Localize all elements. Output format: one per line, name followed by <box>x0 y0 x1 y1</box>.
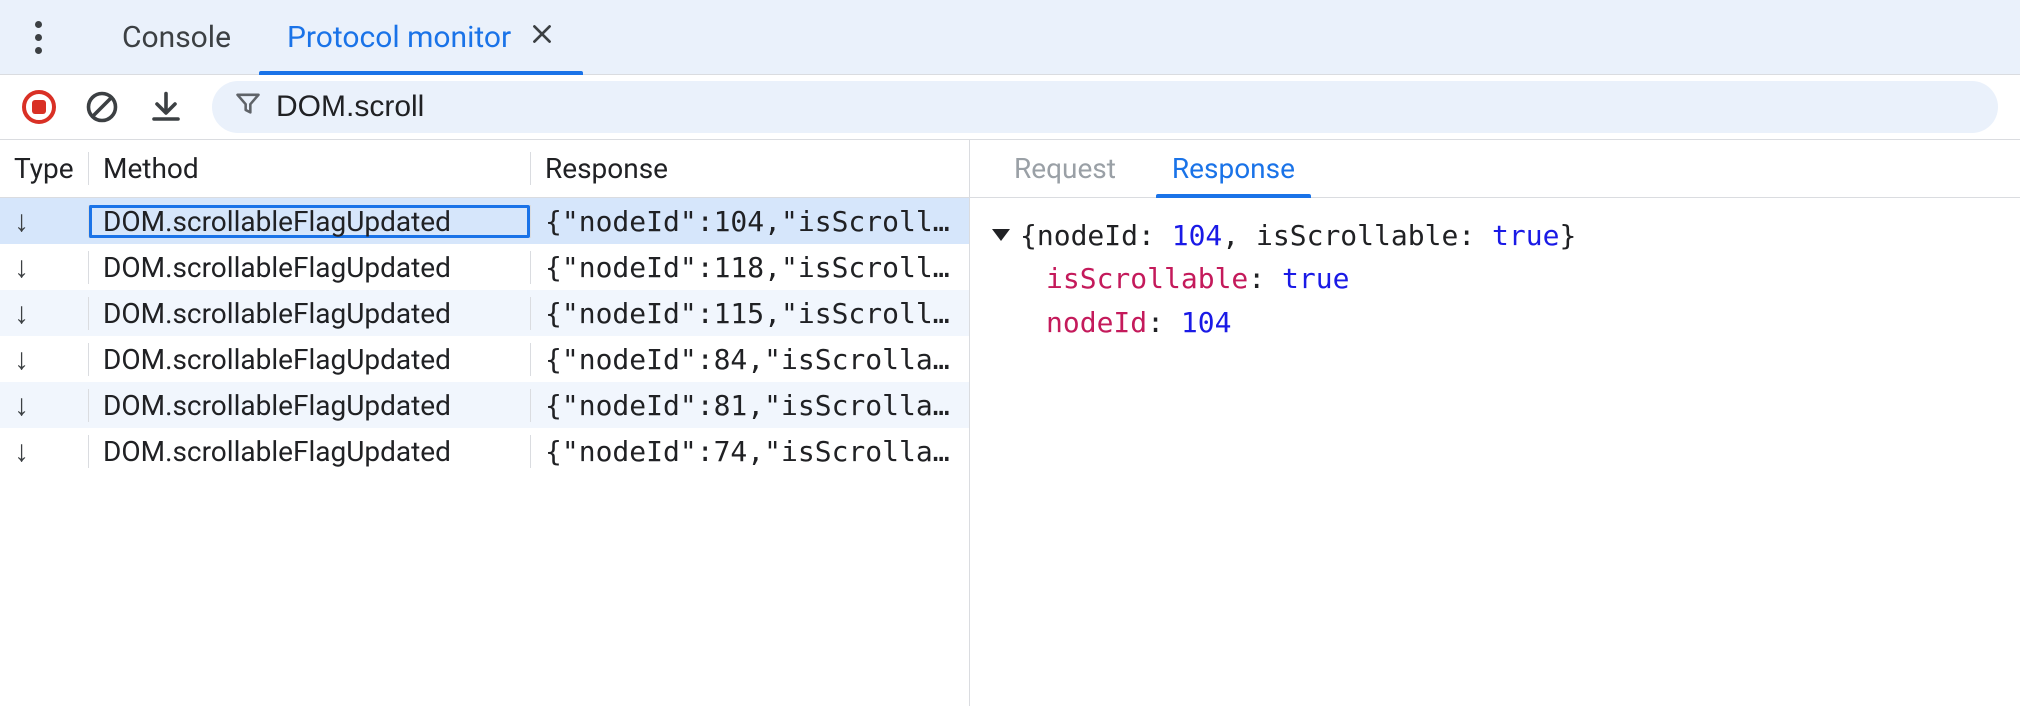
type-cell: ↓ <box>0 204 88 239</box>
incoming-event-icon: ↓ <box>14 434 29 469</box>
incoming-event-icon: ↓ <box>14 296 29 331</box>
table-row[interactable]: ↓ DOM.scrollableFlagUpdated{"nodeId":74,"… <box>0 428 969 474</box>
incoming-event-icon: ↓ <box>14 388 29 423</box>
tab-console[interactable]: Console <box>94 0 259 74</box>
type-cell: ↓ <box>0 250 88 285</box>
method-cell: DOM.scrollableFlagUpdated <box>88 251 530 284</box>
object-prop[interactable]: nodeId: 104 <box>992 301 1998 344</box>
table-row[interactable]: ↓ DOM.scrollableFlagUpdated{"nodeId":104,… <box>0 198 969 244</box>
events-table: Type Method Response ↓ DOM.scrollableFlag… <box>0 140 970 706</box>
response-cell: {"nodeId":118,"isScroll… <box>530 251 969 284</box>
panel-tabs: Console Protocol monitor <box>94 0 583 74</box>
record-button[interactable] <box>22 90 56 124</box>
tab-label: Console <box>122 20 231 55</box>
table-row[interactable]: ↓ DOM.scrollableFlagUpdated{"nodeId":81,"… <box>0 382 969 428</box>
response-cell: {"nodeId":104,"isScroll… <box>530 205 969 238</box>
clear-icon[interactable] <box>84 89 120 125</box>
incoming-event-icon: ↓ <box>14 204 29 239</box>
main-area: Type Method Response ↓ DOM.scrollableFlag… <box>0 140 2020 706</box>
tab-protocol-monitor[interactable]: Protocol monitor <box>259 0 583 74</box>
close-icon[interactable] <box>529 20 555 55</box>
method-cell: DOM.scrollableFlagUpdated <box>88 435 530 468</box>
response-cell: {"nodeId":74,"isScrolla… <box>530 435 969 468</box>
filter-input[interactable] <box>276 90 1976 124</box>
detail-tabs: Request Response <box>970 140 2020 198</box>
method-cell: DOM.scrollableFlagUpdated <box>88 343 530 376</box>
tab-label: Response <box>1172 152 1295 185</box>
th-method[interactable]: Method <box>88 152 530 185</box>
filter-box[interactable] <box>212 81 1998 133</box>
response-cell: {"nodeId":84,"isScrolla… <box>530 343 969 376</box>
method-cell: DOM.scrollableFlagUpdated <box>88 389 530 422</box>
type-cell: ↓ <box>0 388 88 423</box>
method-cell: DOM.scrollableFlagUpdated <box>88 205 530 238</box>
filter-icon <box>234 89 262 125</box>
incoming-event-icon: ↓ <box>14 342 29 377</box>
expand-caret-icon[interactable] <box>992 229 1010 241</box>
more-menu-icon[interactable] <box>18 21 58 54</box>
th-response[interactable]: Response <box>530 152 969 185</box>
devtools-tabbar: Console Protocol monitor <box>0 0 2020 74</box>
object-prop[interactable]: isScrollable: true <box>992 257 1998 300</box>
tab-label: Protocol monitor <box>287 20 511 55</box>
method-cell: DOM.scrollableFlagUpdated <box>88 297 530 330</box>
detail-pane: Request Response {nodeId: 104, isScrolla… <box>970 140 2020 706</box>
type-cell: ↓ <box>0 296 88 331</box>
table-row[interactable]: ↓ DOM.scrollableFlagUpdated{"nodeId":115,… <box>0 290 969 336</box>
table-body: ↓DOM.scrollableFlagUpdated{"nodeId":104,… <box>0 198 969 706</box>
response-body: {nodeId: 104, isScrollable: true} isScro… <box>970 198 2020 360</box>
tab-label: Request <box>1014 152 1116 185</box>
table-header: Type Method Response <box>0 140 969 198</box>
type-cell: ↓ <box>0 434 88 469</box>
table-row[interactable]: ↓ DOM.scrollableFlagUpdated{"nodeId":118,… <box>0 244 969 290</box>
tab-request[interactable]: Request <box>990 140 1140 197</box>
object-summary[interactable]: {nodeId: 104, isScrollable: true} <box>992 214 1998 257</box>
table-row[interactable]: ↓ DOM.scrollableFlagUpdated{"nodeId":84,"… <box>0 336 969 382</box>
response-cell: {"nodeId":115,"isScroll… <box>530 297 969 330</box>
th-type[interactable]: Type <box>0 152 88 185</box>
protocol-toolbar <box>0 74 2020 140</box>
tab-response[interactable]: Response <box>1148 140 1319 197</box>
response-cell: {"nodeId":81,"isScrolla… <box>530 389 969 422</box>
download-icon[interactable] <box>148 89 184 125</box>
incoming-event-icon: ↓ <box>14 250 29 285</box>
type-cell: ↓ <box>0 342 88 377</box>
